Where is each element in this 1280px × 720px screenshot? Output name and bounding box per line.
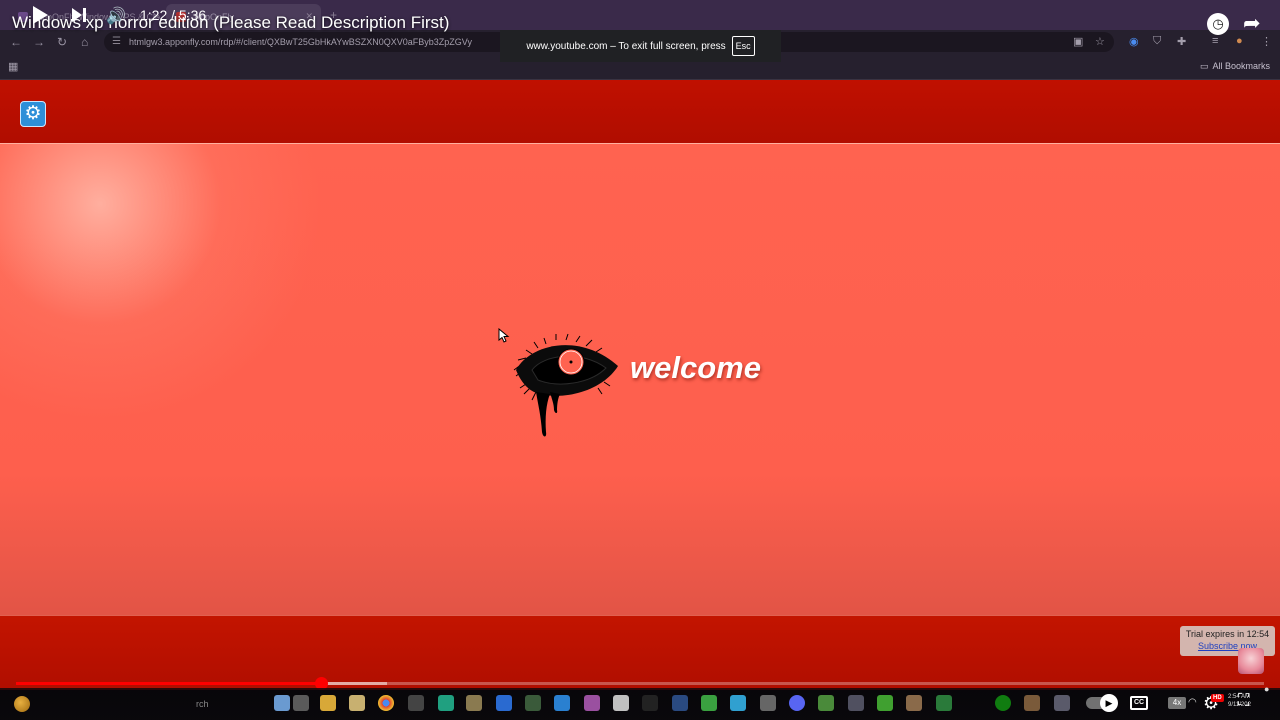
taskbar-app-icon[interactable]	[554, 695, 570, 711]
esc-key-label: Esc	[731, 36, 755, 56]
all-bookmarks-label: All Bookmarks	[1212, 61, 1270, 71]
taskbar-app-icon[interactable]	[1024, 695, 1040, 711]
subtitles-cc-button[interactable]: CC	[1130, 696, 1148, 710]
welcome-text: welcome	[630, 350, 761, 385]
hd-badge: HD	[1211, 694, 1224, 702]
address-url[interactable]: htmlgw3.apponfly.com/rdp/#/client/QXBwT2…	[129, 37, 472, 47]
bookmark-star-icon[interactable]: ☆	[1095, 35, 1105, 48]
current-time: 1:22	[140, 7, 168, 23]
site-info-icon[interactable]: ☰	[112, 36, 121, 47]
screen: AppOnFly Windows VPS & Clo ✕ AppOnFly ✕ …	[0, 0, 1280, 720]
taskbar-app-icon[interactable]	[818, 695, 834, 711]
taskbar-xbox-icon[interactable]	[995, 695, 1011, 711]
speed-badge[interactable]: 4x	[1168, 697, 1186, 709]
reload-icon[interactable]: ↻	[57, 35, 67, 49]
folder-icon: ▭	[1199, 61, 1209, 71]
taskbar-discord-icon[interactable]	[789, 695, 805, 711]
taskbar-app-icon[interactable]	[408, 695, 424, 711]
taskbar-chrome-icon[interactable]	[378, 695, 394, 711]
exit-fullscreen-icon[interactable]: ⛶	[1238, 692, 1249, 710]
taskbar-app-icon[interactable]	[848, 695, 864, 711]
forward-arrow-icon[interactable]: →	[33, 35, 45, 49]
cast-icon[interactable]: ▣	[1073, 35, 1083, 48]
taskbar-folder-icon[interactable]	[320, 695, 336, 711]
time-separator: /	[167, 7, 179, 23]
fullscreen-notice: www.youtube.com – To exit full screen, p…	[500, 30, 781, 62]
taskbar-app-icon[interactable]	[438, 695, 454, 711]
wifi-icon: ◠	[1188, 697, 1197, 708]
taskbar-search-label[interactable]: rch	[196, 699, 209, 709]
extension-signal-icon[interactable]: ◉	[1129, 35, 1139, 48]
taskbar-app-icon[interactable]	[274, 695, 290, 711]
taskbar-app-icon[interactable]	[1054, 695, 1070, 711]
taskbar-store-icon[interactable]	[349, 695, 365, 711]
taskbar-app-icon[interactable]	[760, 695, 776, 711]
progress-played	[16, 682, 321, 685]
taskbar-app-icon[interactable]	[730, 695, 746, 711]
character-avatar-icon[interactable]	[1238, 648, 1264, 674]
taskbar-app-icon[interactable]	[584, 695, 600, 711]
play-icon[interactable]	[30, 4, 50, 26]
taskbar-app-icon[interactable]	[672, 695, 688, 711]
mic-icon: ●	[1264, 684, 1270, 694]
all-bookmarks-button[interactable]: ▭ All Bookmarks	[1200, 61, 1270, 72]
taskbar-app-icon[interactable]	[906, 695, 922, 711]
share-arrow-icon[interactable]: ➦	[1243, 11, 1261, 36]
mouse-cursor-icon	[498, 328, 510, 343]
fullscreen-notice-text: www.youtube.com – To exit full screen, p…	[526, 40, 726, 52]
home-icon[interactable]: ⌂	[81, 35, 88, 49]
video-time-display: 1:22 / 5:36	[140, 7, 206, 23]
duration: 5:36	[178, 7, 207, 23]
taskbar-epic-icon[interactable]	[642, 695, 658, 711]
menu-kebab-icon[interactable]: ⋮	[1261, 35, 1272, 48]
taskbar-download-icon[interactable]	[496, 695, 512, 711]
autoplay-play-icon: ▶	[1100, 694, 1118, 712]
profile-avatar-icon[interactable]: ●	[1236, 35, 1243, 47]
video-progress-bar[interactable]	[16, 677, 1264, 690]
watch-later-clock-icon[interactable]: ◷	[1207, 13, 1229, 35]
apps-grid-icon[interactable]: ▦	[8, 60, 18, 73]
reading-list-icon[interactable]: ≡	[1212, 35, 1218, 47]
taskbar-nvidia-icon[interactable]	[877, 695, 893, 711]
taskbar-taskview-icon[interactable]	[293, 695, 309, 711]
volume-icon[interactable]: 🔊	[106, 6, 126, 26]
taskbar-app-icon[interactable]	[525, 695, 541, 711]
taskbar-roblox-icon[interactable]	[613, 695, 629, 711]
bleeding-eye-icon	[513, 333, 618, 437]
trial-expiry-text: Trial expires in 12:54	[1185, 629, 1270, 639]
gear-icon[interactable]: ⚙	[20, 101, 46, 127]
taskbar-app-icon[interactable]	[936, 695, 952, 711]
weather-icon[interactable]	[14, 696, 30, 712]
taskbar-app-icon[interactable]	[466, 695, 482, 711]
shield-icon[interactable]: ⛉	[1153, 35, 1161, 48]
desktop-top-bar: ⚙	[0, 80, 1280, 143]
desktop-bottom-bar	[0, 615, 1280, 690]
taskbar-minecraft-icon[interactable]	[701, 695, 717, 711]
back-arrow-icon[interactable]: ←	[10, 35, 22, 49]
extensions-puzzle-icon[interactable]: ✚	[1177, 35, 1186, 48]
skip-next-icon[interactable]	[70, 6, 88, 24]
autoplay-toggle[interactable]: ▶	[1086, 694, 1118, 712]
